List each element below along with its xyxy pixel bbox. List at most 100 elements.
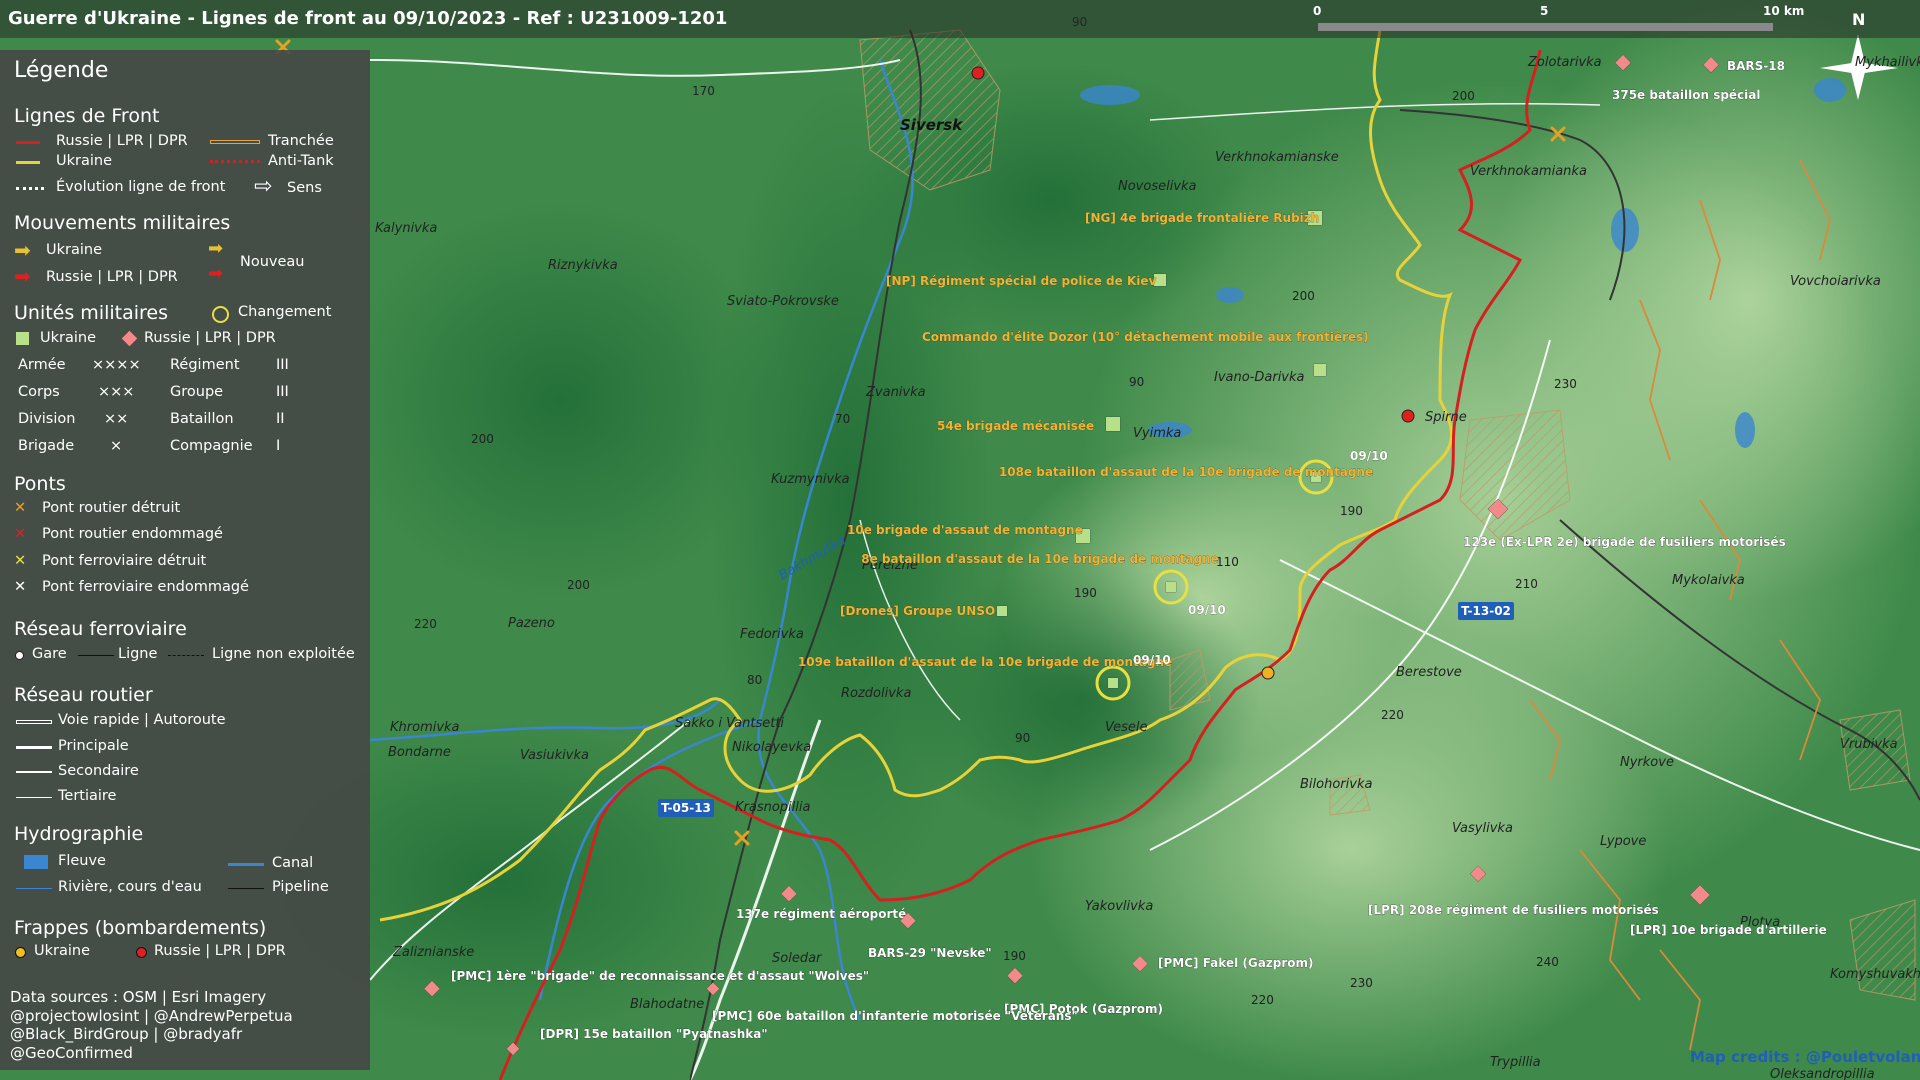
road-t1302-label: T-13-02 xyxy=(1461,604,1511,618)
ua-unit-label: [NG] 4e brigade frontalière Rubizh xyxy=(1085,211,1319,225)
legend-move-ukraine: Ukraine xyxy=(46,242,102,258)
ru-unit-label: [LPR] 208e régiment de fusiliers motoris… xyxy=(1368,903,1659,917)
credit-line: @Black_BirdGroup | @bradyafr xyxy=(10,1025,243,1043)
ua-unit-marker xyxy=(1107,677,1119,689)
ru-unit-label: 137e régiment aéroporté xyxy=(736,907,906,921)
legend-panel: Légende Lignes de Front Russie | LPR | D… xyxy=(0,50,370,1070)
size-sym: III xyxy=(276,357,289,373)
rail-unused-swatch xyxy=(168,655,204,656)
ua-unit-label: [Drones] Groupe UNSO xyxy=(840,604,995,618)
road-shield-t0513: T-05-13 xyxy=(658,799,714,817)
place-mykolaivka: Mykolaivka xyxy=(1672,573,1745,588)
place-rozdolivka: Rozdolivka xyxy=(841,686,911,701)
ua-unit-marker xyxy=(1105,416,1121,432)
credit-line: @GeoConfirmed xyxy=(10,1043,133,1062)
legend-front-evolution: Évolution ligne de front xyxy=(56,179,226,195)
place-pazeno: Pazeno xyxy=(508,616,555,631)
ua-unit-label-line1: 109e bataillon d'assaut de la 10e brigad… xyxy=(798,655,1172,669)
legend-units-russia: Russie | LPR | DPR xyxy=(144,330,276,346)
legend-strikes-heading: Frappes (bombardements) xyxy=(14,917,267,939)
legend-front-trench: Tranchée xyxy=(268,133,334,149)
size-name: Corps xyxy=(18,384,60,400)
legend-move-russia: Russie | LPR | DPR xyxy=(46,269,178,285)
map-credits: Map credits : @Pouletvolant3 xyxy=(1690,1048,1920,1066)
ru-unit-label: [LPR] 10e brigade d'artillerie xyxy=(1630,923,1827,937)
legend-bridge: Pont ferroviaire endommagé xyxy=(42,579,249,595)
place-vasiukivka: Vasiukivka xyxy=(520,748,589,763)
ukraine-unit-swatch xyxy=(16,332,29,345)
road-bridge-damaged-icon: ✕ xyxy=(14,526,27,542)
strike-russia-icon xyxy=(136,947,147,958)
elev: 90 xyxy=(1129,375,1144,389)
place-yakovlivka: Yakovlivka xyxy=(1085,899,1153,914)
legend-rail-station: Gare xyxy=(32,646,67,662)
place-nikolayevka: Nikolayevka xyxy=(732,740,811,755)
ru-unit-label: BARS-29 "Nevske" xyxy=(868,946,992,960)
place-trypillia: Trypillia xyxy=(1490,1055,1541,1070)
ua-unit-label: 54e brigade mécanisée xyxy=(937,419,1094,433)
legend-title: Légende xyxy=(14,58,109,83)
change-ring-legend-icon xyxy=(212,306,229,323)
rail-bridge-destroyed-icon: ✕ xyxy=(14,553,27,569)
place-zolotarivka: Zolotarivka xyxy=(1527,55,1602,70)
elev: 230 xyxy=(1554,377,1577,391)
legend-rail-unused: Ligne non exploitée xyxy=(212,646,355,662)
new-move-russia-icon: ➡ xyxy=(208,263,224,284)
place-fedorivka: Fedorivka xyxy=(740,627,804,642)
place-kuzmynivka: Kuzmynivka xyxy=(771,472,850,487)
place-verkhnokamianka: Verkhnokamianka xyxy=(1470,164,1587,179)
place-verkhnokamianske: Verkhnokamianske xyxy=(1215,150,1339,165)
strike-ukraine-icon xyxy=(15,947,26,958)
elev: 170 xyxy=(692,84,715,98)
ru-unit-label: BARS-18 xyxy=(1727,59,1785,73)
russia-move-arrow-icon: ➡ xyxy=(14,264,31,288)
place-khromivka: Khromivka xyxy=(390,720,460,735)
legend-hydro-pipeline: Pipeline xyxy=(272,879,329,895)
direction-arrow-icon: ⇨ xyxy=(254,174,273,199)
road-bridge-destroyed-icon: ✕ xyxy=(14,500,27,516)
place-novoselivka: Novoselivka xyxy=(1118,179,1197,194)
ru-unit-label: 375e bataillon spécial xyxy=(1612,88,1761,102)
legend-rail-line: Ligne xyxy=(118,646,158,662)
size-name: Bataillon xyxy=(170,411,234,427)
place-mykhailivka: Mykhailivka xyxy=(1855,55,1920,70)
new-move-ukraine-icon: ➡ xyxy=(208,238,224,259)
legend-road: Principale xyxy=(58,738,129,754)
scalebar-tick: 10 km xyxy=(1763,4,1805,18)
ua-unit-marker xyxy=(996,605,1008,617)
elev: 230 xyxy=(1350,976,1373,990)
place-nyrkove: Nyrkove xyxy=(1620,755,1674,770)
ua-unit-label: 10e brigade d'assaut de montagne xyxy=(847,523,1083,537)
legend-strikes-russia: Russie | LPR | DPR xyxy=(154,943,286,959)
canal-swatch xyxy=(228,863,264,866)
elev: 220 xyxy=(1381,708,1404,722)
elev: 210 xyxy=(1515,577,1538,591)
rail-line-swatch xyxy=(78,655,114,656)
size-name: Groupe xyxy=(170,384,224,400)
size-sym: III xyxy=(276,384,289,400)
size-sym: ×× xyxy=(104,411,129,427)
ru-unit-label: [DPR] 15e bataillon "Pyatnashka" xyxy=(540,1027,768,1041)
credit-line: @projectowlosint | @AndrewPerpetua xyxy=(10,1006,293,1025)
north-label: N xyxy=(1852,10,1866,29)
antitank-swatch xyxy=(210,160,260,163)
legend-strikes-ukraine: Ukraine xyxy=(34,943,90,959)
ukraine-line-swatch xyxy=(16,161,40,164)
ru-unit-label: [PMC] 1ère "brigade" de reconnaissance e… xyxy=(451,969,869,983)
size-sym: I xyxy=(276,438,281,454)
legend-hydro-heading: Hydrographie xyxy=(14,823,144,845)
elev: 80 xyxy=(747,673,762,687)
ru-unit-label: [PMC] Fakel (Gazprom) xyxy=(1158,956,1314,970)
place-vasylivka: Vasylivka xyxy=(1452,821,1513,836)
elev: 240 xyxy=(1536,955,1559,969)
scalebar-tick: 5 xyxy=(1540,4,1549,18)
legend-hydro-canal: Canal xyxy=(272,855,314,871)
ua-unit-marker xyxy=(1313,363,1327,377)
legend-hydro-river: Rivière, cours d'eau xyxy=(58,879,202,895)
size-sym: × xyxy=(110,438,123,454)
place-sviato-pokrovske: Sviato-Pokrovske xyxy=(727,294,839,309)
legend-front-russia: Russie | LPR | DPR xyxy=(56,133,188,149)
ua-unit-label-line1: 8e bataillon d'assaut de la 10e brigade … xyxy=(861,552,1219,566)
place-spirne: Spirne xyxy=(1425,410,1467,425)
map-title: Guerre d'Ukraine - Lignes de front au 09… xyxy=(8,8,728,29)
